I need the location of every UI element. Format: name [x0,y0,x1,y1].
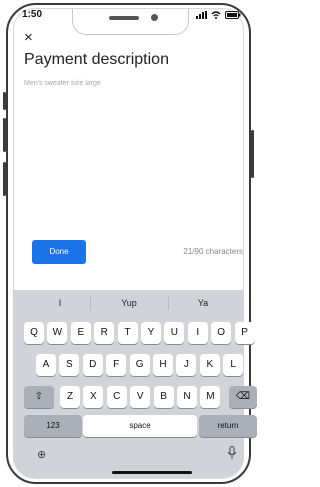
status-icons [195,9,241,19]
key-v[interactable]: V [130,386,151,408]
side-button-mute [3,92,6,110]
key-o[interactable]: O [211,322,232,344]
space-key[interactable]: space [83,415,197,437]
character-counter: 21/90 characters [183,247,243,256]
camera-icon [151,14,158,21]
shift-key[interactable]: ⇧ [24,386,54,408]
status-time: 1:50 [22,9,43,20]
key-c[interactable]: C [106,386,127,408]
return-key[interactable]: return [199,415,257,437]
microphone-icon[interactable] [227,446,237,460]
key-y[interactable]: Y [141,322,161,344]
globe-icon[interactable]: ⊕ [37,448,46,461]
home-indicator [112,471,192,474]
backspace-key[interactable]: ⌫ [229,386,257,408]
key-h[interactable]: H [153,354,173,376]
key-d[interactable]: D [82,354,103,376]
notch [72,9,189,35]
suggestion-2[interactable]: Yup [99,298,159,308]
keyboard: I Yup Ya QWERTYUIOP ASDFGHJKL ZXCVBNM ⇧ … [13,290,257,478]
page-title: Payment description [24,51,169,68]
key-x[interactable]: X [83,386,104,408]
side-button-volume-down [3,162,6,196]
key-p[interactable]: P [234,322,255,344]
battery-icon [225,10,241,19]
key-n[interactable]: N [177,386,197,408]
speaker-grille [109,16,139,20]
key-z[interactable]: Z [60,386,80,408]
key-t[interactable]: T [117,322,138,344]
key-f[interactable]: F [106,354,127,376]
done-button[interactable]: Done [32,240,86,264]
suggestion-3[interactable]: Ya [173,298,233,308]
side-button-volume-up [3,118,6,152]
suggestion-1[interactable]: I [30,298,90,308]
key-w[interactable]: W [47,322,68,344]
description-input[interactable]: Men's sweater size large [24,80,101,87]
signal-icon [195,10,207,19]
close-icon[interactable]: × [24,30,33,45]
key-q[interactable]: Q [24,322,44,344]
key-k[interactable]: K [199,354,220,376]
key-e[interactable]: E [70,322,91,344]
wifi-icon [212,10,221,19]
key-j[interactable]: J [176,354,197,376]
side-button-power [251,130,254,178]
key-a[interactable]: A [36,354,56,376]
key-l[interactable]: L [223,354,244,376]
key-m[interactable]: M [200,386,221,408]
key-r[interactable]: R [94,322,115,344]
key-s[interactable]: S [59,354,80,376]
suggestion-divider [90,296,91,310]
suggestion-divider [168,296,169,310]
key-b[interactable]: B [153,386,174,408]
key-u[interactable]: U [164,322,185,344]
key-g[interactable]: G [129,354,150,376]
phone-device: 1:50 × Payment description Men's sweater… [0,0,257,487]
key-i[interactable]: I [187,322,208,344]
numbers-key[interactable]: 123 [24,415,82,437]
